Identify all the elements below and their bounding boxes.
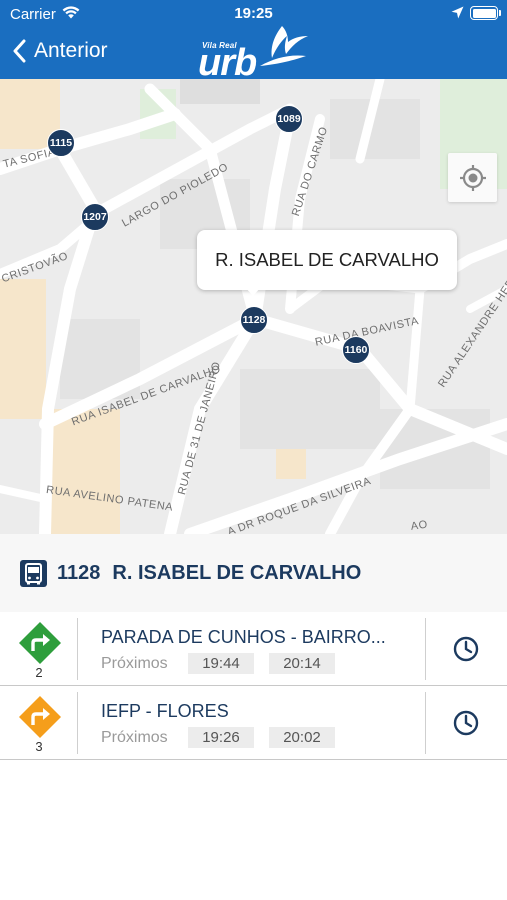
clock-time: 19:25 bbox=[234, 5, 273, 22]
callout-tail bbox=[245, 287, 261, 296]
next-label: Próximos bbox=[101, 655, 168, 672]
back-label: Anterior bbox=[34, 39, 108, 62]
chevron-left-icon bbox=[13, 39, 26, 63]
battery-icon bbox=[470, 6, 498, 20]
stop-marker-1128[interactable]: 1128 bbox=[240, 306, 268, 334]
clock-icon[interactable] bbox=[452, 709, 480, 737]
status-bar: Carrier 19:25 bbox=[0, 0, 507, 28]
vila-real-urb-logo: Vila Real urb bbox=[196, 26, 312, 84]
route-line-number: 3 bbox=[35, 739, 43, 754]
next-time-2: 20:14 bbox=[269, 653, 335, 674]
route-row-2[interactable]: 2 PARADA DE CUNHOS - BAIRRO... Próximos … bbox=[0, 612, 507, 686]
route-destination: IEFP - FLORES bbox=[101, 701, 229, 721]
row-divider bbox=[425, 692, 426, 754]
crosshair-icon bbox=[459, 164, 486, 191]
row-divider bbox=[77, 618, 78, 680]
stop-code: 1128 bbox=[57, 561, 101, 584]
clock-icon[interactable] bbox=[452, 635, 480, 663]
stop-callout[interactable]: R. ISABEL DE CARVALHO bbox=[197, 230, 457, 290]
logo-big-text: urb bbox=[198, 42, 257, 84]
bus-icon bbox=[20, 559, 47, 587]
turn-right-diamond-icon bbox=[19, 696, 61, 738]
row-divider bbox=[77, 692, 78, 754]
stop-marker-1207[interactable]: 1207 bbox=[81, 203, 109, 231]
next-time-1: 19:44 bbox=[188, 653, 254, 674]
stop-marker-1089[interactable]: 1089 bbox=[275, 105, 303, 133]
street-label-edge: AO bbox=[410, 518, 429, 533]
navigation-header: Carrier 19:25 Anterior Vila Real urb bbox=[0, 0, 507, 84]
route-destination: PARADA DE CUNHOS - BAIRRO... bbox=[101, 627, 386, 647]
next-time-2: 20:02 bbox=[269, 727, 335, 748]
location-arrow-icon bbox=[451, 6, 464, 23]
stop-name: R. ISABEL DE CARVALHO bbox=[112, 561, 362, 584]
locate-me-button[interactable] bbox=[448, 153, 497, 202]
map-view[interactable]: TA SOFIA LARGO DO PIOLEDO RUA DO CARMO C… bbox=[0, 79, 507, 534]
stop-title-bar: 1128 R. ISABEL DE CARVALHO bbox=[0, 534, 507, 612]
row-divider bbox=[425, 618, 426, 680]
next-label: Próximos bbox=[101, 729, 168, 746]
back-button[interactable]: Anterior bbox=[12, 36, 108, 66]
bird-logo-icon bbox=[260, 26, 308, 66]
stop-marker-1160[interactable]: 1160 bbox=[342, 336, 370, 364]
next-time-1: 19:26 bbox=[188, 727, 254, 748]
app-screen: Carrier 19:25 Anterior Vila Real urb TA … bbox=[0, 0, 507, 900]
battery-tip bbox=[499, 10, 501, 16]
turn-right-diamond-icon bbox=[19, 622, 61, 664]
route-row-3[interactable]: 3 IEFP - FLORES Próximos 19:26 20:02 bbox=[0, 686, 507, 760]
route-line-number: 2 bbox=[35, 665, 43, 680]
stop-marker-1115[interactable]: 1115 bbox=[47, 129, 75, 157]
